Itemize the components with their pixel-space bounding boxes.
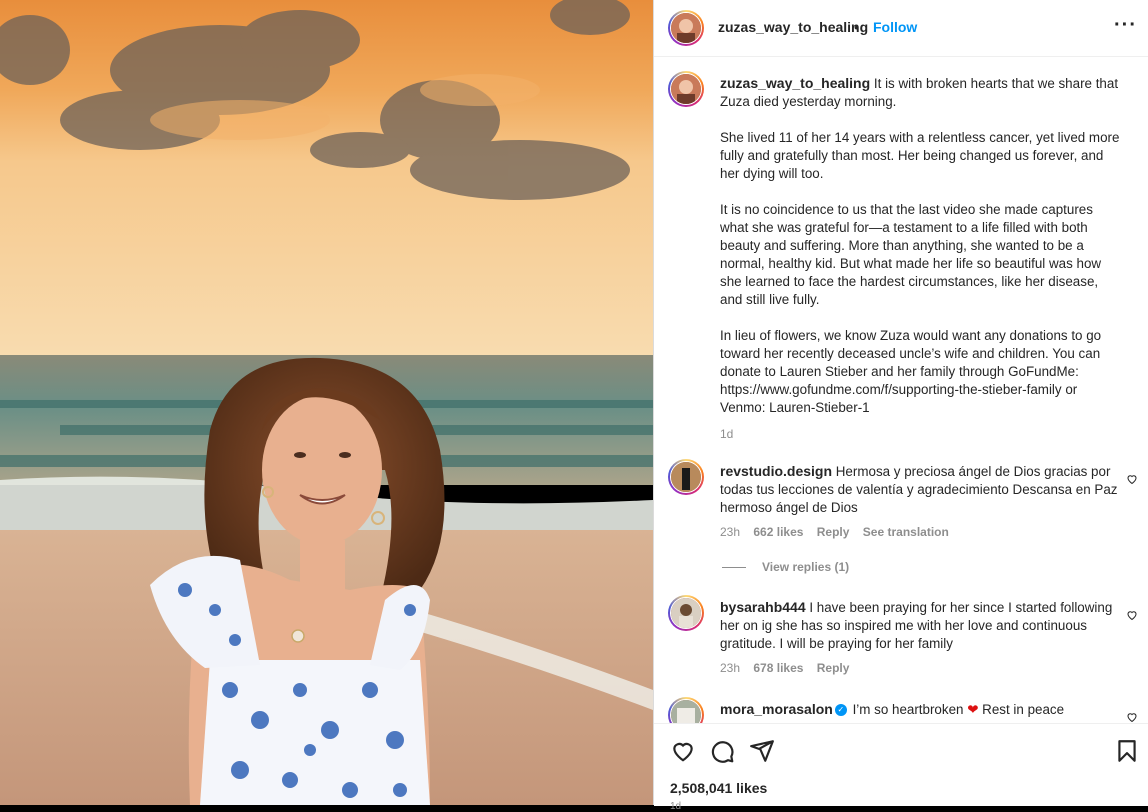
caption-avatar[interactable] (668, 71, 704, 107)
caption-p2: She lived 11 of her 14 years with a rele… (720, 130, 1120, 181)
more-horizontal-icon[interactable]: ··· (1114, 14, 1137, 37)
commenter-avatar[interactable] (668, 697, 704, 723)
see-translation-button[interactable]: See translation (863, 525, 949, 539)
caption-p4: In lieu of flowers, we know Zuza would w… (720, 328, 1102, 415)
comment-meta: 23h 662 likes Reply See translation (720, 525, 959, 539)
comment-like-heart-icon[interactable] (1126, 473, 1138, 485)
author-avatar[interactable] (668, 10, 704, 46)
post-header: zuzas_way_to_healing • Follow ··· (654, 0, 1148, 57)
comments-scroll-area[interactable]: zuzas_way_to_healing It is with broken h… (654, 57, 1148, 723)
comment-meta: 23h 678 likes Reply (720, 661, 859, 675)
comment-likes[interactable]: 678 likes (753, 661, 803, 675)
caption-text: zuzas_way_to_healing It is with broken h… (720, 74, 1122, 443)
caption-p3: It is no coincidence to us that the last… (720, 202, 1102, 307)
view-replies-button[interactable]: View replies (1) (722, 560, 849, 574)
comment-body-cont: Rest in peace (982, 702, 1065, 717)
comment-like-heart-icon[interactable] (1126, 711, 1138, 723)
verified-badge-icon: ✓ (834, 704, 847, 717)
comment-text: bysarahb444 I have been praying for her … (720, 598, 1122, 653)
red-heart-emoji-icon: ❤ (967, 702, 979, 717)
post-time: 1d (670, 801, 682, 812)
comment-bubble-icon[interactable] (709, 738, 735, 764)
post-actions-bar: 2,508,041 likes 1d (654, 723, 1148, 812)
reply-button[interactable]: Reply (817, 661, 850, 675)
comment-body: I’m so heartbroken (852, 702, 964, 717)
like-heart-icon[interactable] (670, 738, 696, 764)
share-send-icon[interactable] (749, 738, 775, 764)
comment-time: 23h (720, 661, 741, 675)
caption-username[interactable]: zuzas_way_to_healing (720, 75, 870, 91)
commenter-avatar[interactable] (668, 595, 704, 631)
follow-button[interactable]: Follow (873, 19, 917, 35)
comment-time: 23h (720, 525, 741, 539)
post-detail-panel: zuzas_way_to_healing • Follow ··· zuzas_… (653, 0, 1148, 812)
likes-count[interactable]: 2,508,041 likes (670, 780, 767, 796)
author-username[interactable]: zuzas_way_to_healing (718, 19, 868, 35)
comment-item: revstudio.design Hermosa y preciosa ánge… (668, 459, 1138, 569)
commenter-username[interactable]: bysarahb444 (720, 599, 806, 615)
reply-button[interactable]: Reply (817, 525, 850, 539)
save-bookmark-icon[interactable] (1114, 738, 1140, 764)
comment-item: mora_morasalon ✓ I’m so heartbroken ❤ Res… (668, 697, 1138, 723)
post-photo[interactable] (0, 0, 653, 805)
separator-dot: • (854, 19, 859, 35)
view-replies-label: View replies (1) (762, 560, 850, 574)
caption-time: 1d (720, 427, 734, 441)
commenter-username[interactable]: revstudio.design (720, 463, 832, 479)
comment-likes[interactable]: 662 likes (753, 525, 803, 539)
comment-text: mora_morasalon ✓ I’m so heartbroken ❤ Res… (720, 700, 1122, 719)
commenter-avatar[interactable] (668, 459, 704, 495)
comment-like-heart-icon[interactable] (1126, 609, 1138, 621)
comment-text: revstudio.design Hermosa y preciosa ánge… (720, 462, 1122, 517)
comment-item: bysarahb444 I have been praying for her … (668, 595, 1138, 685)
commenter-username[interactable]: mora_morasalon (720, 701, 833, 717)
